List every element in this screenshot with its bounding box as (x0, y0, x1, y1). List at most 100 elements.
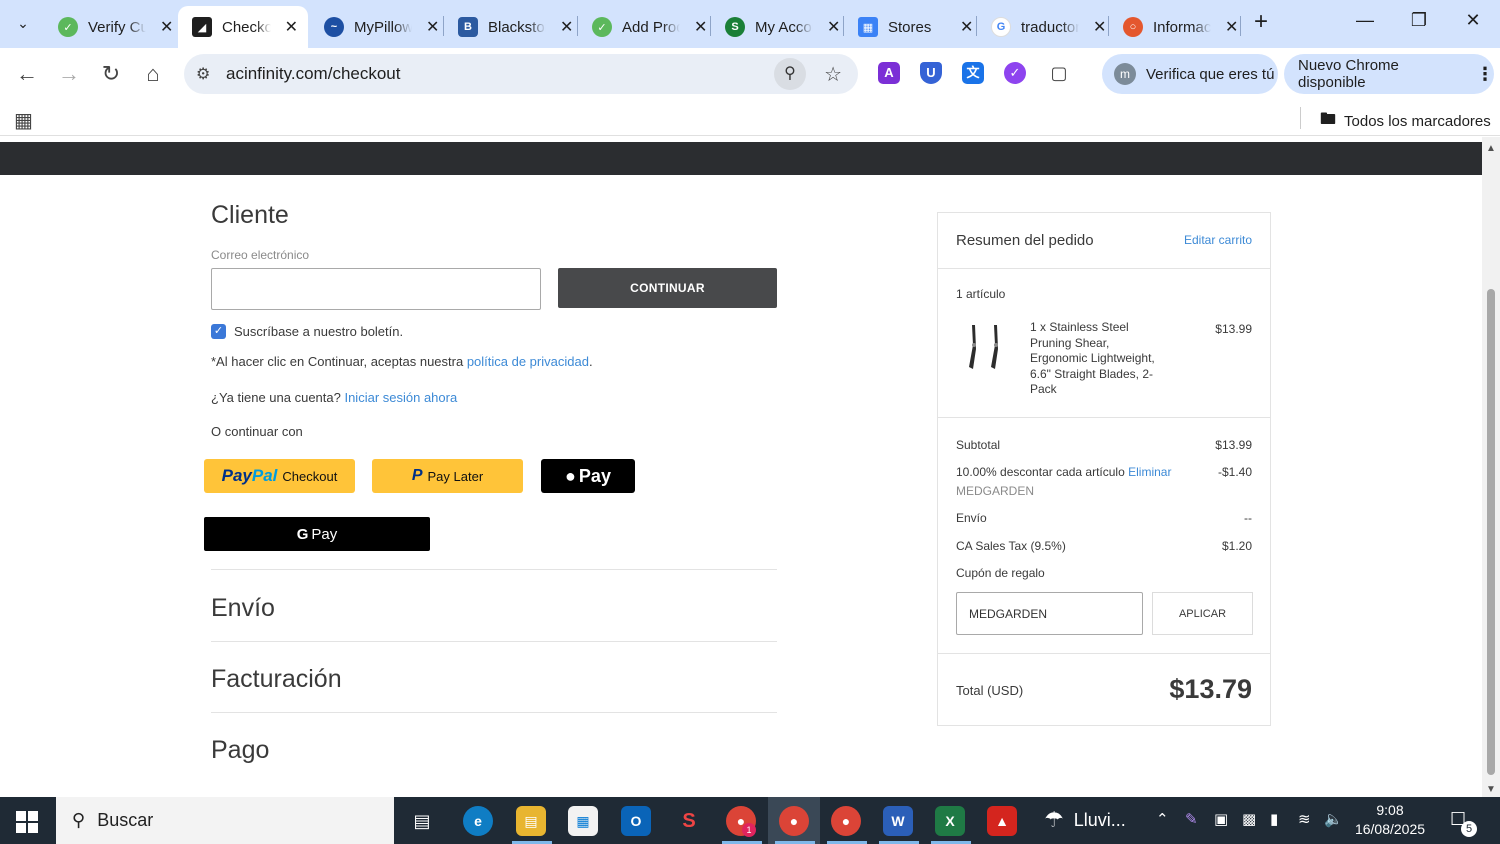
chrome-profile2-icon[interactable]: ● (831, 806, 861, 836)
address-bar[interactable]: ⚙ acinfinity.com/checkout ⚲ ☆ (184, 54, 858, 94)
tab-my-account[interactable]: S My Account ✕ (711, 6, 850, 48)
weather-label: Lluvi... (1073, 809, 1126, 830)
outlook-icon[interactable]: O (621, 806, 651, 836)
chrome-update-chip[interactable]: Nuevo Chrome disponible ⋮ (1284, 54, 1494, 94)
close-icon[interactable]: ✕ (827, 17, 840, 37)
weather-widget[interactable]: ☂ Lluvi... (1044, 807, 1126, 833)
bookmarks-separator (1300, 107, 1301, 129)
volume-icon[interactable]: 🔈 (1324, 810, 1343, 828)
extension-a-icon[interactable]: A (878, 62, 900, 84)
bookmark-star-icon[interactable]: ☆ (824, 62, 842, 87)
remove-discount-link[interactable]: Eliminar (1128, 465, 1171, 479)
close-icon[interactable]: ✕ (694, 17, 707, 37)
close-window-button[interactable]: ✕ (1458, 10, 1488, 36)
gift-coupon-link[interactable]: Cupón de regalo (956, 566, 1045, 580)
shield-extension-icon[interactable]: U (920, 62, 942, 84)
shipping-section-title[interactable]: Envío (211, 594, 275, 623)
task-view-icon[interactable]: ▤ (407, 806, 437, 836)
microsoft-store-icon[interactable]: ▦ (568, 806, 598, 836)
more-menu-icon[interactable]: ⋮ (1476, 64, 1494, 85)
reload-button[interactable]: ↻ (96, 59, 126, 89)
wifi-icon[interactable]: ≋ (1298, 810, 1311, 828)
excel-icon[interactable]: X (935, 806, 965, 836)
home-button[interactable]: ⌂ (138, 59, 168, 89)
all-bookmarks-button[interactable]: 🖿 Todos los marcadores (1320, 108, 1491, 135)
taskbar-clock[interactable]: 9:08 16/08/2025 (1352, 801, 1428, 839)
billing-section-title[interactable]: Facturación (211, 665, 342, 694)
taskbar-search-box[interactable]: ⚲ Buscar (56, 797, 394, 844)
google-pay-button[interactable]: G Pay (204, 517, 430, 551)
paypal-checkout-button[interactable]: Pay Pal Checkout (204, 459, 355, 493)
tab-mypillow[interactable]: ~ MyPillow ✕ (310, 6, 449, 48)
edit-cart-link[interactable]: Editar carrito (1184, 233, 1252, 247)
tab-add-product[interactable]: ✓ Add Product ✕ (578, 6, 717, 48)
close-icon[interactable]: ✕ (160, 17, 173, 37)
close-icon[interactable]: ✕ (1225, 17, 1238, 37)
continue-button[interactable]: CONTINUAR (558, 268, 777, 308)
close-icon[interactable]: ✕ (560, 17, 573, 37)
email-input[interactable] (211, 268, 541, 310)
paypal-paylater-button[interactable]: P Pay Later (372, 459, 523, 493)
extension-purple-icon[interactable]: ✓ (1004, 62, 1026, 84)
windows-start-icon[interactable] (16, 811, 38, 833)
scroll-down-icon[interactable]: ▼ (1486, 784, 1496, 795)
apply-coupon-button[interactable]: APLICAR (1152, 592, 1253, 635)
meet-icon[interactable]: ▣ (1214, 810, 1228, 828)
chevron-down-icon: ⌄ (17, 14, 29, 31)
subtotal-label: Subtotal (956, 438, 1001, 452)
screen-icon[interactable]: ▩ (1242, 810, 1256, 828)
apps-grid-icon[interactable]: ▦ (14, 108, 33, 133)
new-tab-button[interactable]: + (1248, 10, 1274, 36)
close-icon[interactable]: ✕ (426, 17, 439, 37)
close-icon[interactable]: ✕ (285, 17, 298, 37)
or-continue-label: O continuar con (211, 424, 303, 439)
email-label: Correo electrónico (211, 248, 310, 262)
edge-icon[interactable]: e (463, 806, 493, 836)
section-divider (211, 712, 777, 713)
site-settings-icon[interactable]: ⚙ (196, 64, 210, 84)
page-scrollbar[interactable]: ▲ ▼ (1482, 137, 1500, 797)
tab-traductor[interactable]: G traductor ✕ (977, 6, 1116, 48)
profile-avatar-icon: m (1114, 63, 1136, 85)
zoom-icon[interactable]: ⚲ (774, 58, 806, 90)
verify-identity-chip[interactable]: m Verifica que eres tú (1102, 54, 1278, 94)
chevron-up-icon[interactable]: ⌃ (1156, 810, 1169, 828)
taskbar-search-placeholder: Buscar (97, 810, 154, 830)
close-icon[interactable]: ✕ (960, 17, 973, 37)
tab-informacion[interactable]: ○ Información ✕ (1109, 6, 1248, 48)
minimize-button[interactable]: — (1350, 10, 1380, 36)
privacy-policy-link[interactable]: política de privacidad (467, 354, 589, 369)
acrobat-icon[interactable]: ▲ (987, 806, 1017, 836)
coupon-input[interactable]: MEDGARDEN (956, 592, 1143, 635)
tab-label: Stores (888, 18, 932, 36)
tab-stores[interactable]: ▦ Stores ✕ (844, 6, 983, 48)
payment-section-title[interactable]: Pago (211, 736, 269, 765)
tab-search-button[interactable]: ⌄ (8, 8, 38, 38)
vmp-icon: ✓ (592, 17, 612, 37)
bookmarks-bar: ▦ 🖿 Todos los marcadores (0, 100, 1500, 136)
google-icon: G (991, 17, 1011, 37)
tab-verify[interactable]: ✓ Verify Customer ✕ (44, 6, 183, 48)
tab-blackstone[interactable]: B Blackstone ✕ (444, 6, 583, 48)
file-explorer-icon[interactable]: ▤ (516, 806, 546, 836)
scroll-thumb[interactable] (1487, 289, 1495, 775)
translate-extension-icon[interactable]: 文 (962, 62, 984, 84)
restore-button[interactable]: ❐ (1404, 10, 1434, 36)
tab-checkout[interactable]: ◢ Checkout ✕ (178, 6, 308, 48)
word-icon[interactable]: W (883, 806, 913, 836)
forward-button[interactable]: → (54, 59, 84, 89)
apple-pay-button[interactable]: ● Pay (541, 459, 635, 493)
app-s-icon[interactable]: S (674, 806, 704, 836)
newsletter-checkbox[interactable]: ✓ (211, 324, 226, 339)
arrow-right-icon: → (58, 61, 80, 86)
back-button[interactable]: ← (12, 59, 42, 89)
url-text[interactable]: acinfinity.com/checkout (226, 64, 400, 84)
pen-icon[interactable]: ✎ (1185, 810, 1198, 828)
extensions-puzzle-icon[interactable]: ▢ (1048, 62, 1070, 84)
subtotal-value: $13.99 (1215, 438, 1252, 452)
login-link[interactable]: Iniciar sesión ahora (344, 390, 457, 405)
scroll-up-icon[interactable]: ▲ (1486, 143, 1496, 154)
chrome-profile-icon[interactable]: ● (779, 806, 809, 836)
close-icon[interactable]: ✕ (1093, 17, 1106, 37)
battery-icon[interactable]: ▮ (1270, 810, 1278, 828)
